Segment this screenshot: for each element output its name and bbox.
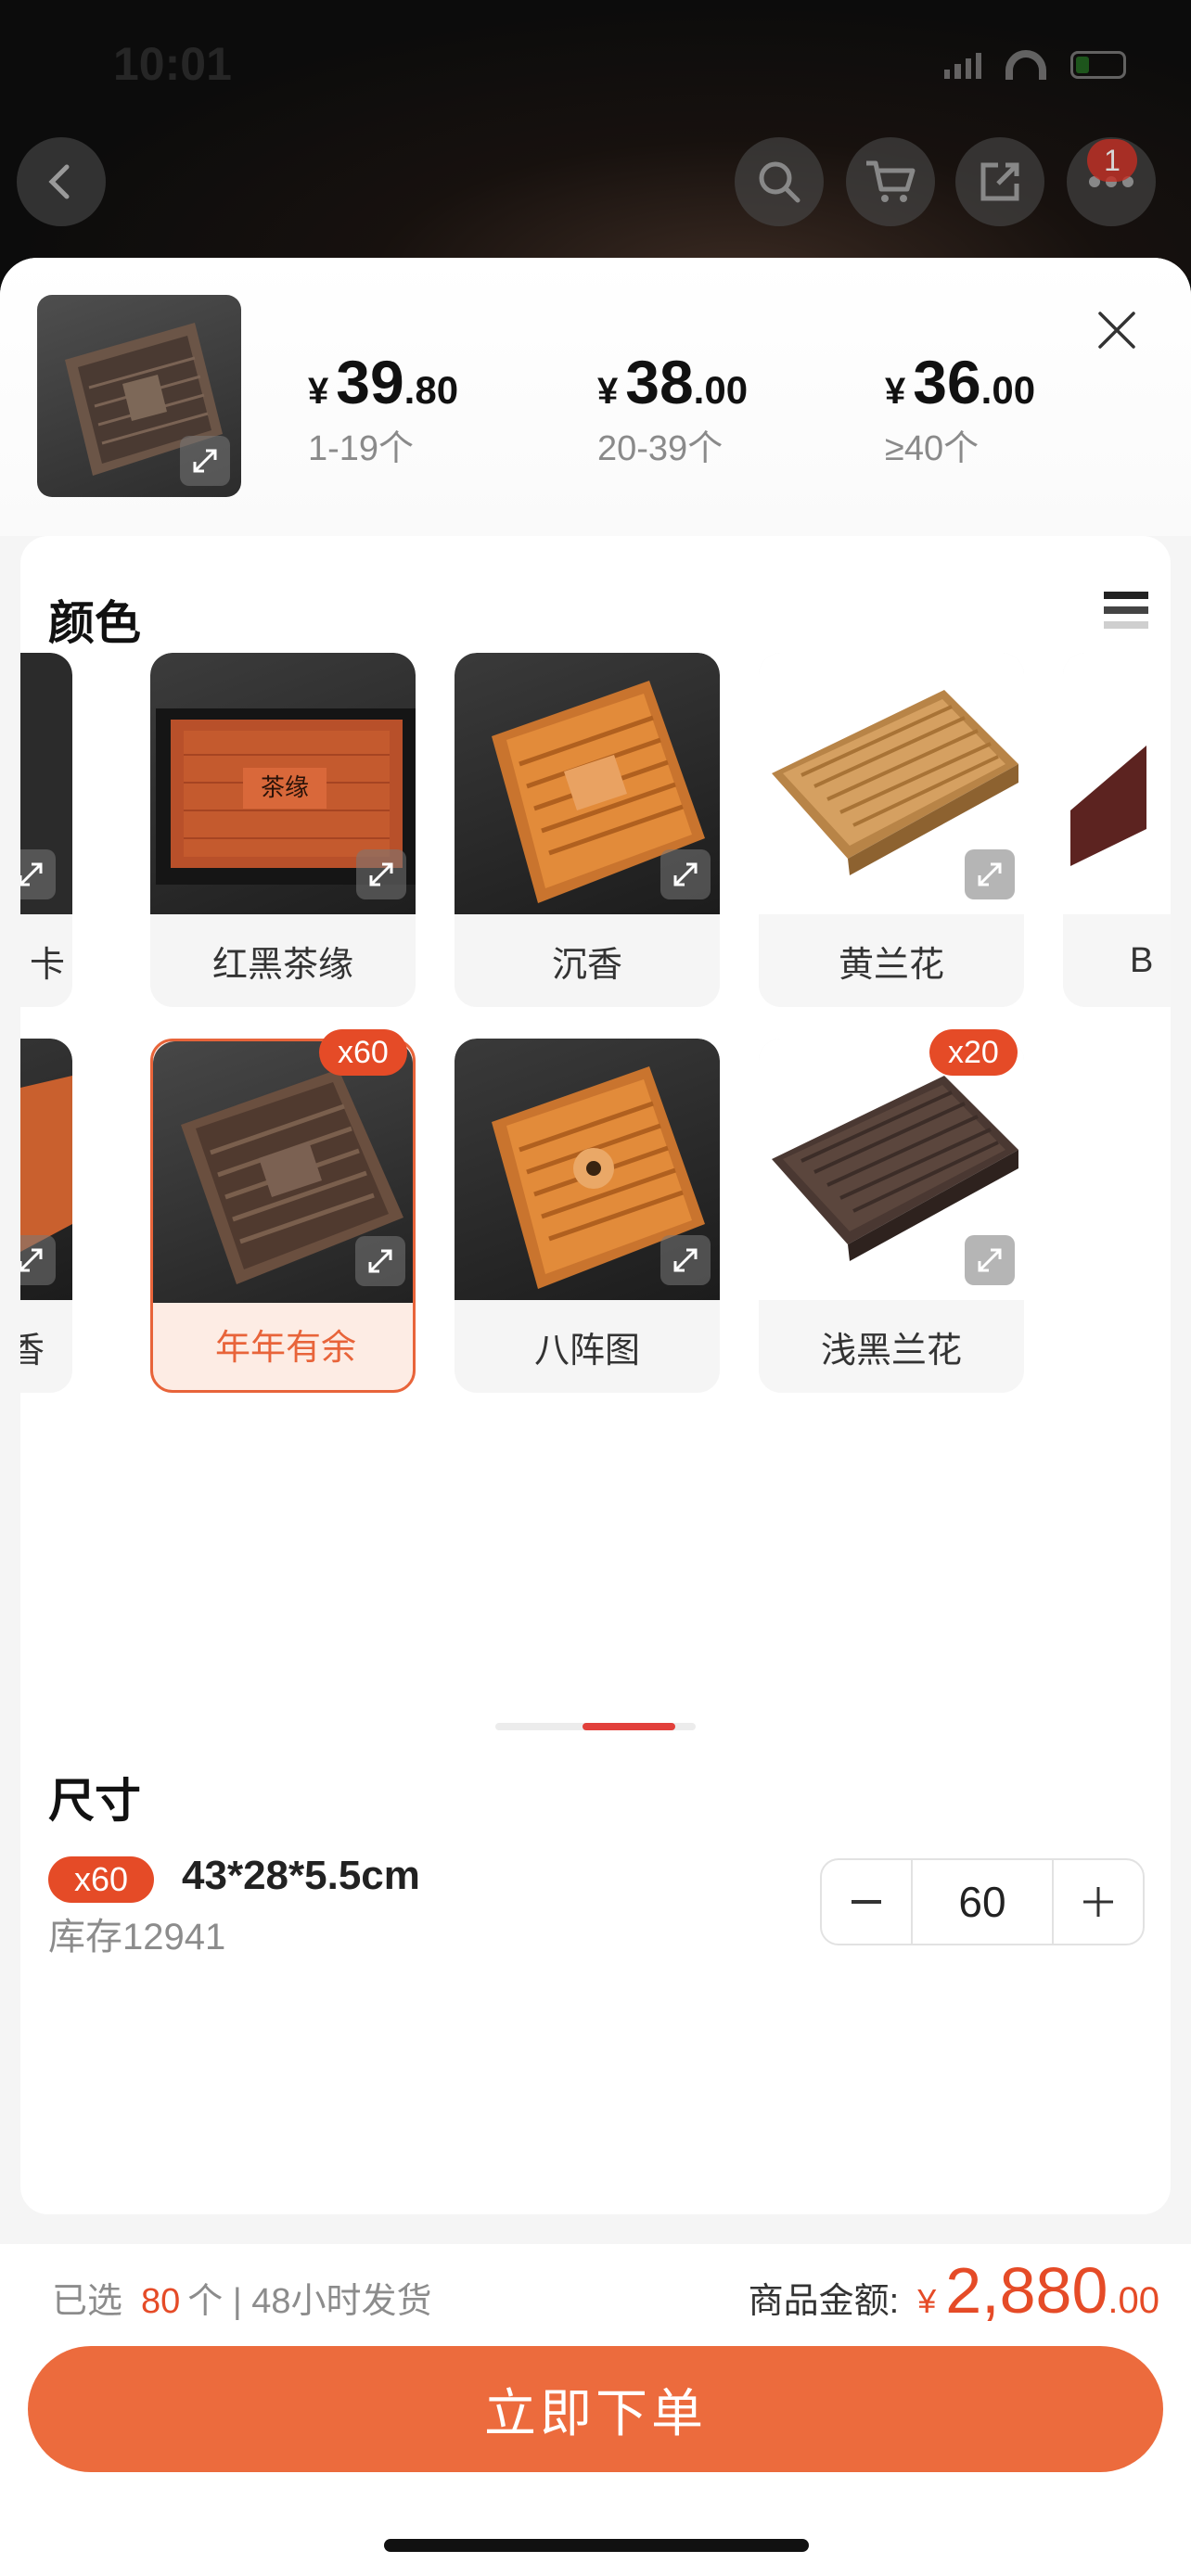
expand-icon[interactable] [20, 1235, 56, 1285]
total-decimal: .00 [1108, 2280, 1159, 2321]
decrement-button[interactable] [822, 1860, 911, 1944]
total-amount: 商品金额: ¥ 2,880 .00 [749, 2253, 1159, 2327]
expand-icon[interactable] [20, 849, 56, 899]
color-swatch-沉香[interactable]: 沉香 [455, 653, 720, 1007]
color-swatch-红黑茶缘[interactable]: 茶缘 红黑茶缘 [150, 653, 416, 1007]
expand-icon[interactable] [356, 849, 406, 899]
swatch-label: 黄兰花 [838, 945, 944, 985]
chevron-left-icon [48, 164, 70, 199]
size-label: 43*28*5.5cm [182, 1853, 420, 1898]
total-label: 商品金额: [748, 2282, 900, 2321]
status-icons [944, 50, 1126, 80]
share-button[interactable] [955, 137, 1044, 226]
expand-icon[interactable] [965, 1235, 1015, 1285]
color-swatch-partial-left[interactable]: 卡 [20, 653, 72, 1007]
price-tier-1: ¥39.80 1-19个 [308, 347, 458, 470]
color-swatch-partial-left-2[interactable]: 香 [20, 1039, 72, 1393]
minus-icon [852, 1900, 881, 1904]
swatch-label: 红黑茶缘 [211, 945, 353, 985]
price-decimal: .00 [980, 368, 1036, 412]
sku-sheet: ¥39.80 1-19个 ¥38.00 20-39个 ¥36.00 ≥40个 颜… [0, 258, 1191, 2576]
options-card: 颜色 卡 茶缘 红黑茶缘 沉香 黄兰花 B 香 年年有余 x60 八阵图 浅黑兰… [20, 536, 1171, 2214]
back-button[interactable] [17, 137, 106, 226]
notification-badge: 1 [1087, 139, 1137, 182]
close-button[interactable] [1091, 304, 1143, 356]
swatch-label: B [1130, 940, 1154, 980]
total-currency: ¥ [917, 2282, 937, 2320]
price-tier-3: ¥36.00 ≥40个 [885, 347, 1035, 470]
stock-text: 库存12941 [48, 1917, 226, 1958]
cart-icon [866, 160, 916, 202]
swatch-label: 香 [20, 1331, 45, 1371]
swatch-label: 浅黑兰花 [820, 1331, 962, 1371]
list-icon [1104, 592, 1148, 629]
search-icon [759, 161, 800, 203]
selected-suffix: 个 | 48小时发货 [187, 2282, 432, 2321]
battery-icon [1070, 51, 1126, 79]
search-button[interactable] [735, 137, 824, 226]
increment-button[interactable] [1054, 1860, 1143, 1944]
expand-icon[interactable] [355, 1236, 405, 1286]
signal-icon [944, 51, 981, 79]
color-swatch-partial-right[interactable]: B [1063, 653, 1171, 1007]
quantity-range: 20-39个 [597, 429, 724, 468]
wifi-icon [1005, 50, 1046, 80]
swatch-label: 年年有余 [214, 1328, 356, 1368]
quantity-badge: x60 [319, 1029, 407, 1076]
svg-text:茶缘: 茶缘 [261, 774, 309, 802]
price-integer: 39 [336, 348, 404, 416]
color-section-title: 颜色 [48, 597, 141, 649]
page-indicator-active [583, 1723, 675, 1730]
price-decimal: .00 [693, 368, 749, 412]
swatch-label: 卡 [29, 945, 65, 985]
home-indicator [384, 2539, 809, 2552]
close-icon [1098, 312, 1135, 349]
expand-icon[interactable] [965, 849, 1015, 899]
swatch-label: 八阵图 [533, 1331, 640, 1371]
quantity-badge: x20 [929, 1029, 1018, 1076]
list-view-toggle[interactable] [1102, 586, 1150, 634]
selected-count: 80 [141, 2282, 181, 2321]
quantity-range: ≥40个 [885, 429, 980, 468]
currency-symbol: ¥ [308, 371, 329, 412]
swatch-label: 沉香 [551, 945, 622, 985]
selected-product-thumbnail[interactable] [37, 295, 241, 497]
share-icon [980, 162, 1019, 201]
color-swatch-浅黑兰花[interactable]: 浅黑兰花 [759, 1039, 1024, 1393]
size-quantity-badge: x60 [48, 1856, 155, 1903]
order-footer: 已选 80 个 | 48小时发货 商品金额: ¥ 2,880 .00 立即下单 [0, 2244, 1191, 2576]
cart-button[interactable] [846, 137, 935, 226]
quantity-range: 1-19个 [308, 429, 415, 468]
quantity-input[interactable]: 60 [911, 1860, 1054, 1944]
total-integer: 2,880 [945, 2254, 1108, 2327]
currency-symbol: ¥ [597, 371, 619, 412]
color-swatch-年年有余[interactable]: 年年有余 [150, 1039, 416, 1393]
tea-tray-image [1070, 746, 1146, 866]
expand-icon[interactable] [660, 1235, 711, 1285]
color-swatch-八阵图[interactable]: 八阵图 [455, 1039, 720, 1393]
size-section-title: 尺寸 [48, 1775, 141, 1827]
price-integer: 38 [625, 348, 694, 416]
sheet-header: ¥39.80 1-19个 ¥38.00 20-39个 ¥36.00 ≥40个 [0, 258, 1191, 536]
selected-prefix: 已选 [52, 2282, 123, 2321]
expand-icon[interactable] [180, 436, 230, 486]
status-time: 10:01 [113, 38, 232, 90]
quantity-stepper: 60 [820, 1858, 1145, 1945]
page-indicator [495, 1723, 696, 1730]
selection-summary: 已选 80 个 | 48小时发货 [52, 2272, 432, 2323]
price-integer: 36 [913, 348, 981, 416]
expand-icon[interactable] [660, 849, 711, 899]
plus-icon [1083, 1887, 1113, 1917]
place-order-button[interactable]: 立即下单 [28, 2346, 1163, 2472]
price-tier-2: ¥38.00 20-39个 [597, 347, 748, 470]
price-decimal: .80 [403, 368, 459, 412]
color-swatch-黄兰花[interactable]: 黄兰花 [759, 653, 1024, 1007]
currency-symbol: ¥ [885, 371, 906, 412]
